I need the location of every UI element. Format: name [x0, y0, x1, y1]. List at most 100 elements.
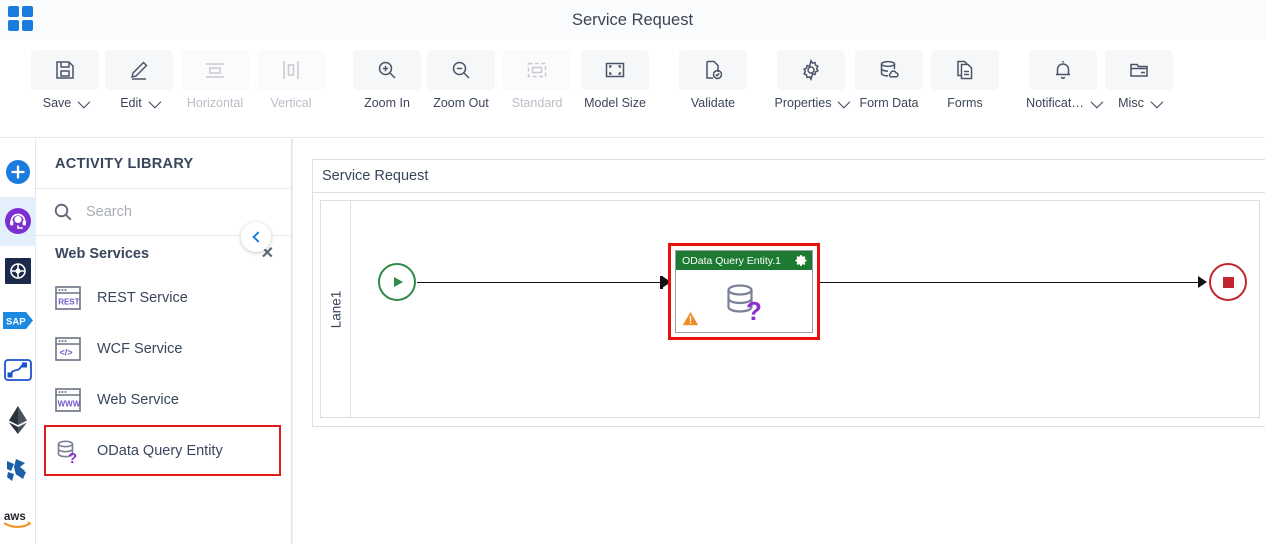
toolbar-label-standard: Standard — [511, 96, 563, 110]
rail-item-azure[interactable] — [0, 445, 36, 495]
rail-item-workflow[interactable] — [0, 346, 36, 396]
start-event[interactable] — [378, 263, 416, 301]
diagram-canvas[interactable]: Service Request Lane1 OData Query Entity… — [292, 139, 1265, 544]
flow-arrow-head-end — [1198, 276, 1207, 288]
panel-title: ACTIVITY LIBRARY — [36, 139, 291, 189]
svg-text:WWW: WWW — [58, 399, 81, 408]
gear-icon[interactable] — [795, 254, 808, 267]
ethereum-icon — [8, 405, 27, 434]
warning-triangle-icon[interactable] — [682, 311, 699, 326]
bell-notification-icon — [1029, 50, 1097, 90]
toolbar-button-zoom-in[interactable]: Zoom In — [350, 40, 424, 110]
activity-label-odata-query-entity: OData Query Entity — [97, 442, 223, 459]
play-icon — [394, 277, 403, 287]
lane-body: OData Query Entity.1 ? — [351, 201, 1259, 417]
toolbar-button-properties[interactable]: Properties — [772, 40, 851, 110]
activity-library-panel: ACTIVITY LIBRARY Web Services ✕ REST RES… — [36, 139, 292, 544]
azure-icon — [6, 458, 26, 481]
activity-label-web-service: Web Service — [97, 391, 179, 408]
activity-group-label: Web Services — [55, 246, 150, 262]
toolbar-button-misc[interactable]: Misc — [1102, 40, 1176, 110]
rail-item-support-agent[interactable] — [0, 196, 36, 247]
rest-service-icon: REST — [55, 285, 81, 310]
toolbar-label-model-size: Model Size — [584, 96, 646, 110]
add-new-icon — [5, 159, 30, 184]
svg-text:REST: REST — [58, 297, 79, 306]
toolbar-label-properties: Properties — [774, 95, 851, 110]
toolbar-label-notifications: Notificat… — [1026, 95, 1104, 110]
workflow-flow-icon — [3, 359, 32, 382]
panel-collapse-button[interactable] — [241, 222, 271, 252]
search-input[interactable] — [84, 203, 259, 221]
toolbar-button-standard[interactable]: Standard — [498, 40, 576, 110]
toolbar-label-validate: Validate — [690, 96, 736, 110]
chevron-down-icon — [148, 95, 162, 108]
task-selection-frame[interactable]: OData Query Entity.1 ? — [668, 243, 820, 340]
toolbar-label-vertical: Vertical — [270, 96, 312, 110]
activity-item-web-service[interactable]: WWW Web Service — [36, 374, 291, 425]
toolbar-button-form-data[interactable]: Form Data — [850, 40, 928, 110]
odata-query-icon: ? — [57, 439, 77, 464]
toolbar-text-save: Save — [42, 96, 72, 110]
toolbar-button-model-size[interactable]: Model Size — [576, 40, 654, 110]
web-service-icon: WWW — [55, 387, 81, 412]
chevron-down-icon — [1150, 95, 1164, 108]
sap-icon: SAP — [2, 312, 33, 330]
process-pool: Lane1 OData Query Entity.1 ? — [320, 200, 1260, 418]
search-icon — [54, 203, 72, 221]
odata-query-icon: ? — [727, 284, 762, 324]
toolbar-text-properties: Properties — [774, 96, 832, 110]
diagram-title: Service Request — [313, 160, 1265, 193]
folder-misc-icon — [1105, 50, 1173, 90]
toolbar-text-misc: Misc — [1118, 96, 1144, 110]
toolbar-label-forms: Forms — [947, 96, 983, 110]
title-bar: Service Request — [0, 0, 1265, 40]
align-vertical-icon — [257, 50, 325, 90]
toolbar-button-forms[interactable]: Forms — [928, 40, 1002, 110]
toolbar-label-zoom-in: Zoom In — [364, 96, 410, 110]
toolbar-button-edit[interactable]: Edit — [102, 40, 176, 110]
model-size-icon — [581, 50, 649, 90]
end-event[interactable] — [1209, 263, 1247, 301]
svg-text:aws: aws — [4, 511, 26, 523]
svg-text:?: ? — [68, 450, 77, 464]
rail-item-connector-hub[interactable] — [0, 246, 36, 296]
sequence-flow-task-to-end[interactable] — [820, 282, 1199, 283]
toolbar-button-notifications[interactable]: Notificat… — [1024, 40, 1104, 110]
rail-item-add-new[interactable] — [0, 147, 36, 197]
lane-header: Lane1 — [321, 201, 351, 417]
svg-text:?: ? — [746, 296, 762, 324]
align-horizontal-icon — [181, 50, 249, 90]
activity-label-rest-service: REST Service — [97, 289, 188, 306]
connector-hub-icon — [4, 258, 31, 285]
task-node-odata-query-entity[interactable]: OData Query Entity.1 ? — [675, 250, 813, 333]
toolbar-button-validate[interactable]: Validate — [676, 40, 750, 110]
toolbar-text-notifications: Notificat… — [1026, 96, 1084, 110]
activity-item-odata-query-entity[interactable]: ? OData Query Entity — [44, 425, 281, 476]
task-body: ? — [676, 270, 812, 332]
wcf-service-icon: </> — [55, 336, 81, 361]
activity-item-wcf-service[interactable]: </> WCF Service — [36, 323, 291, 374]
chevron-left-icon — [251, 231, 264, 243]
rail-item-ethereum[interactable] — [0, 395, 36, 445]
pencil-edit-icon — [105, 50, 173, 90]
activity-item-rest-service[interactable]: REST REST Service — [36, 272, 291, 323]
validate-check-icon — [679, 50, 747, 90]
toolbar-button-zoom-out[interactable]: Zoom Out — [424, 40, 498, 110]
task-title: OData Query Entity.1 — [682, 254, 782, 267]
rail-item-aws[interactable]: aws — [0, 494, 36, 544]
sequence-flow-start-to-task[interactable] — [417, 282, 664, 283]
toolbar-button-save[interactable]: Save — [28, 40, 102, 110]
document-forms-icon — [931, 50, 999, 90]
zoom-in-icon — [353, 50, 421, 90]
toolbar-button-vertical[interactable]: Vertical — [254, 40, 328, 110]
chevron-down-icon — [77, 95, 91, 108]
toolbar-button-horizontal[interactable]: Horizontal — [176, 40, 254, 110]
left-icon-rail: SAP aws — [0, 139, 36, 544]
chevron-down-icon — [838, 95, 851, 108]
aws-icon: aws — [3, 511, 31, 529]
zoom-out-icon — [427, 50, 495, 90]
rail-item-sap[interactable]: SAP — [0, 296, 36, 346]
activity-label-wcf-service: WCF Service — [97, 340, 183, 357]
toolbar-text-edit: Edit — [120, 96, 142, 110]
